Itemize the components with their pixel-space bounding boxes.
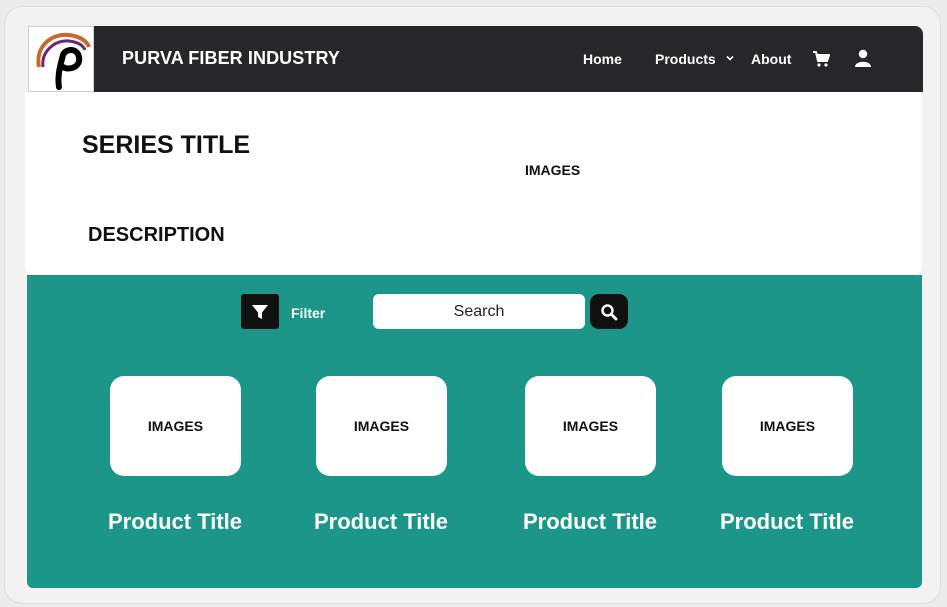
product-title[interactable]: Product Title	[687, 509, 887, 535]
product-image[interactable]: IMAGES	[525, 376, 656, 476]
brand-name: PURVA FIBER INDUSTRY	[122, 48, 341, 68]
search-icon	[601, 303, 618, 320]
navbar: PURVA FIBER INDUSTRY Home Products About	[28, 26, 923, 92]
logo[interactable]	[28, 26, 94, 92]
product-section: Filter IMAGES Product Title IMAGES Produ…	[27, 275, 922, 588]
product-image[interactable]: IMAGES	[110, 376, 241, 476]
nav-home[interactable]: Home	[583, 51, 622, 67]
cart-icon[interactable]	[812, 50, 830, 68]
product-title[interactable]: Product Title	[490, 509, 690, 535]
filter-label[interactable]: Filter	[291, 305, 325, 321]
search-input[interactable]	[373, 294, 585, 329]
series-title: SERIES TITLE	[82, 131, 251, 159]
series-description: DESCRIPTION	[88, 224, 225, 246]
series-banner: SERIES TITLE IMAGES DESCRIPTION	[25, 92, 922, 275]
product-image[interactable]: IMAGES	[316, 376, 447, 476]
logo-icon	[36, 32, 91, 90]
search-button[interactable]	[590, 294, 628, 329]
product-title[interactable]: Product Title	[281, 509, 481, 535]
product-image[interactable]: IMAGES	[722, 376, 853, 476]
nav-products[interactable]: Products	[655, 51, 716, 67]
product-title[interactable]: Product Title	[75, 509, 275, 535]
user-icon[interactable]	[854, 49, 872, 67]
chevron-down-icon[interactable]	[724, 52, 736, 64]
filter-icon	[252, 304, 268, 319]
series-images-placeholder: IMAGES	[525, 162, 581, 178]
nav-about[interactable]: About	[751, 51, 791, 67]
filter-button[interactable]	[241, 294, 279, 329]
